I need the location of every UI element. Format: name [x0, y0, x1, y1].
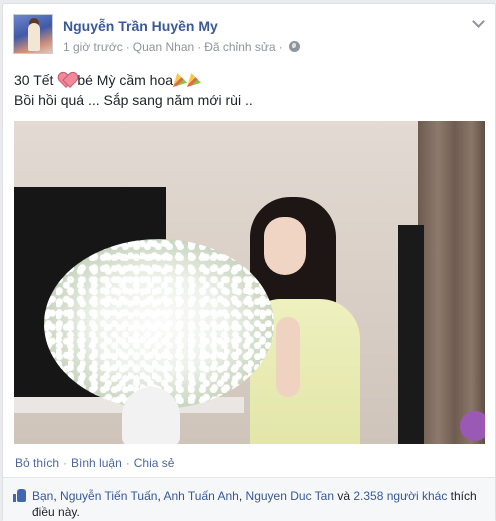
author-name[interactable]: Nguyễn Trần Huyền My [63, 18, 218, 34]
chevron-down-icon[interactable] [472, 15, 485, 28]
action-separator: · [63, 456, 68, 470]
meta-separator: · [197, 40, 202, 54]
likes-others-link[interactable]: 2.358 người khác [353, 489, 447, 503]
liker-you[interactable]: Bạn [32, 489, 53, 503]
likes-and: và [334, 489, 354, 503]
post-card: Nguyễn Trần Huyền My 1 giờ trước · Quan Nh… [2, 3, 496, 521]
heart-icon [59, 72, 75, 87]
photo-speaker [398, 225, 424, 444]
photo-orchid [460, 411, 485, 441]
likes-text: Bạn, Nguyễn Tiến Tuấn, Anh Tuấn Anh, Ngu… [32, 488, 492, 520]
party-popper-icon [187, 73, 202, 87]
post-text-line-2: Bồi hồi quá ... Sắp sang năm mới rùi .. [14, 92, 253, 108]
comment-button[interactable]: Bình luận [71, 456, 122, 470]
post-time[interactable]: 1 giờ trước [63, 40, 123, 54]
liker-name[interactable]: Anh Tuấn Anh [163, 489, 238, 503]
photo-curtain [418, 121, 485, 444]
post-actions: Bỏ thích · Bình luận · Chia sẻ [15, 456, 174, 470]
post-text: 30 Tết bé Mỳ cầm hoa Bồi hồi quá ... Sắp… [14, 70, 484, 110]
likes-summary: Bạn, Nguyễn Tiến Tuấn, Anh Tuấn Anh, Ngu… [3, 478, 495, 521]
post-location[interactable]: Quan Nhan [133, 40, 194, 54]
avatar[interactable] [13, 14, 53, 54]
thumbs-up-cuff [13, 494, 16, 502]
globe-icon[interactable] [288, 41, 300, 52]
liker-name[interactable]: Nguyễn Tiến Tuấn [60, 489, 157, 503]
photo-face [264, 217, 306, 275]
post-text-part-b: bé Mỳ cầm hoa [77, 72, 174, 88]
party-popper-icon [173, 73, 188, 87]
meta-separator: · [125, 40, 130, 54]
share-button[interactable]: Chia sẻ [134, 456, 175, 470]
liker-name[interactable]: Nguyen Duc Tan [246, 489, 335, 503]
photo-flowers [44, 239, 274, 409]
thumbs-up-thumb [17, 489, 26, 502]
photo-vase [122, 387, 180, 444]
post-text-part-a: 30 Tết [14, 72, 54, 88]
action-separator: · [125, 456, 130, 470]
photo-arm [276, 317, 300, 397]
post-text-line-1: 30 Tết bé Mỳ cầm hoa [14, 70, 484, 90]
edited-label[interactable]: Đã chỉnh sửa [204, 40, 275, 54]
likes-comma: , [238, 489, 246, 503]
post-photo[interactable] [14, 121, 485, 444]
avatar-figure [28, 23, 40, 51]
thumbs-up-icon [13, 489, 26, 502]
meta-separator: · [278, 40, 283, 54]
unlike-button[interactable]: Bỏ thích [15, 456, 59, 470]
post-meta: 1 giờ trước · Quan Nhan · Đã chỉnh sửa · [63, 40, 300, 54]
